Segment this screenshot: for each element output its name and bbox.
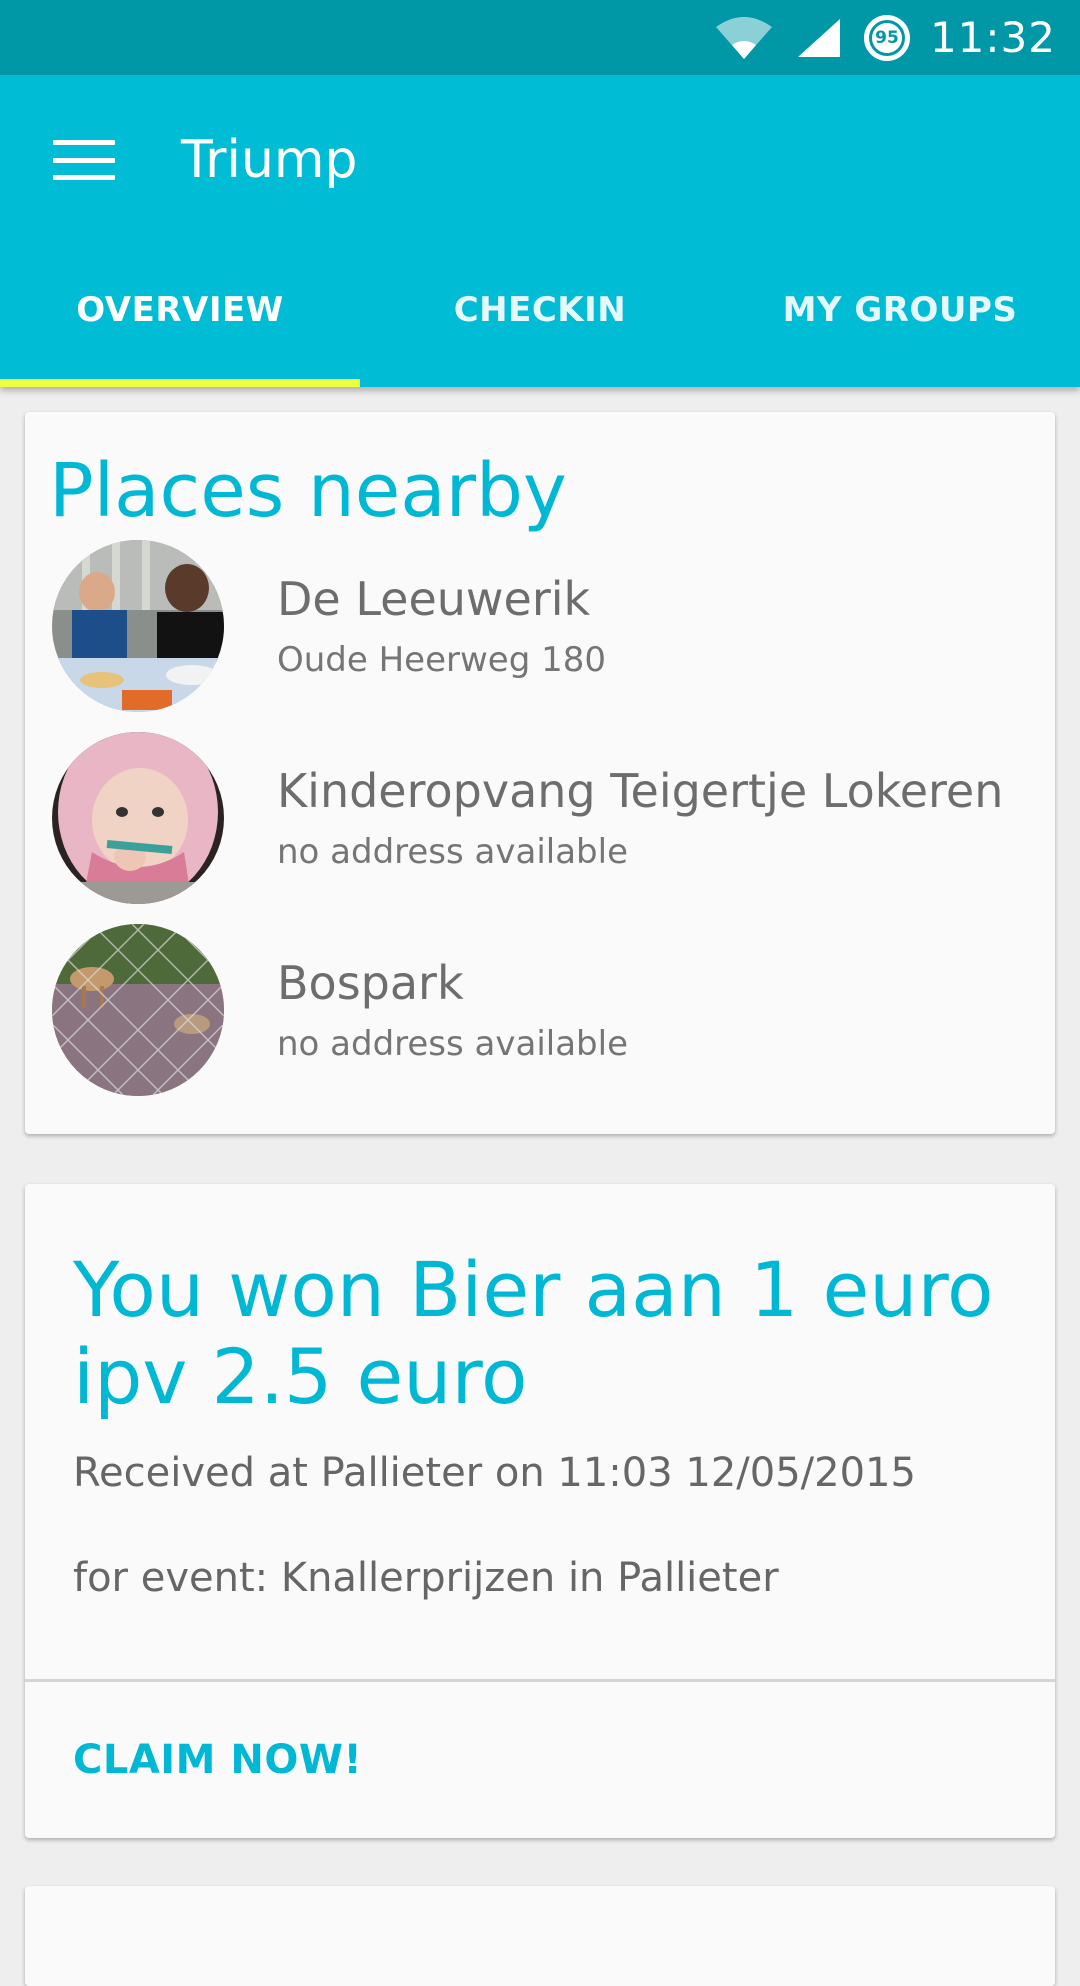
app-bar: Triump OVERVIEW CHECKIN MY GROUPS: [0, 75, 1080, 387]
battery-icon: 95: [863, 14, 910, 61]
tab-indicator: [0, 379, 360, 387]
toolbar: Triump: [0, 75, 1080, 245]
place-address: no address available: [277, 1024, 629, 1064]
next-card: [25, 1886, 1055, 1986]
place-photo: [52, 732, 224, 904]
hamburger-menu-icon[interactable]: [53, 140, 115, 180]
places-nearby-title: Places nearby: [49, 448, 567, 534]
wifi-icon: [714, 15, 774, 61]
card-divider: [25, 1679, 1055, 1682]
place-address: no address available: [277, 832, 629, 872]
place-item-bospark[interactable]: Bospark no address available: [25, 924, 1055, 1096]
place-name: Bospark: [277, 956, 464, 1010]
tab-checkin[interactable]: CHECKIN: [360, 245, 720, 387]
status-time: 11:32: [929, 13, 1056, 62]
prize-card: You won Bier aan 1 euro ipv 2.5 euro Rec…: [25, 1184, 1055, 1838]
place-photo: [52, 540, 224, 712]
place-item-kinderopvang[interactable]: Kinderopvang Teigertje Lokeren no addres…: [25, 732, 1055, 904]
tab-overview[interactable]: OVERVIEW: [0, 245, 360, 387]
app-title: Triump: [181, 130, 358, 190]
tab-my-groups[interactable]: MY GROUPS: [720, 245, 1080, 387]
prize-title: You won Bier aan 1 euro ipv 2.5 euro: [73, 1245, 994, 1421]
claim-now-button[interactable]: CLAIM NOW!: [73, 1737, 362, 1783]
tab-bar: OVERVIEW CHECKIN MY GROUPS: [0, 245, 1080, 387]
places-nearby-card: Places nearby De Leeuwerik Oude Heerweg …: [25, 412, 1055, 1134]
place-name: Kinderopvang Teigertje Lokeren: [277, 764, 1004, 818]
battery-level: 95: [871, 22, 902, 53]
place-photo: [52, 924, 224, 1096]
place-item-de-leeuwerik[interactable]: De Leeuwerik Oude Heerweg 180: [25, 540, 1055, 712]
place-address: Oude Heerweg 180: [277, 640, 607, 680]
signal-icon: [796, 17, 842, 59]
place-name: De Leeuwerik: [277, 572, 591, 626]
status-bar: 95 11:32: [0, 0, 1080, 75]
prize-received-text: Received at Pallieter on 11:03 12/05/201…: [73, 1450, 916, 1496]
prize-event-text: for event: Knallerprijzen in Pallieter: [73, 1555, 779, 1601]
